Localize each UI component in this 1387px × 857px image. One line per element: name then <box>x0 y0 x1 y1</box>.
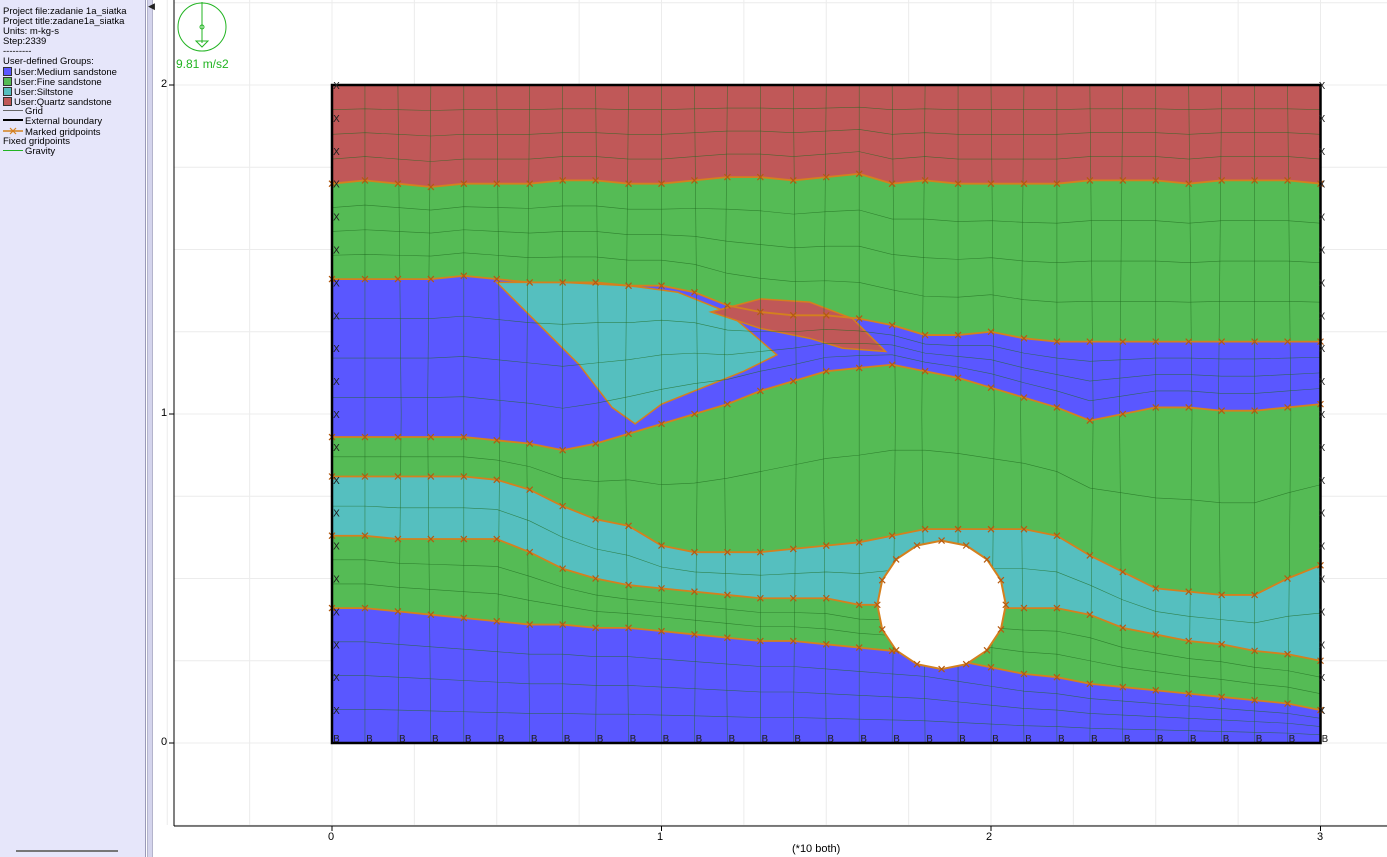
groups-heading: User-defined Groups: <box>3 56 94 67</box>
boundary-line-icon <box>3 119 23 121</box>
fixed-gridpoint-x: X <box>333 311 340 322</box>
x-tick-label: 2 <box>986 831 993 843</box>
fixed-gridpoint-b: B <box>1223 734 1230 745</box>
legend-label: External boundary <box>25 116 103 127</box>
fixed-gridpoint-x: X <box>1319 410 1326 421</box>
model-plot[interactable]: X X X X X X X X X X X X X X X X X X X X X X X X X X X X X X X X X X X X X X X X… <box>152 0 1387 857</box>
fixed-gridpoint-x: X <box>333 377 340 388</box>
fixed-gridpoint-b: B <box>1322 734 1329 745</box>
fixed-gridpoint-x: X <box>1319 213 1326 224</box>
fixed-gridpoint-b: B <box>1091 734 1098 745</box>
fixed-gridpoint-x: X <box>333 180 340 191</box>
fixed-gridpoint-x: X <box>1319 377 1326 388</box>
fixed-gridpoint-x: X <box>333 509 340 520</box>
fixed-gridpoint-x: X <box>333 410 340 421</box>
panel-scrollbar[interactable] <box>16 850 118 852</box>
fixed-gridpoint-x: X <box>1319 278 1326 289</box>
fixed-gridpoint-b: B <box>465 734 472 745</box>
x-tick-label: 0 <box>328 831 335 843</box>
fixed-gridpoint-b: B <box>827 734 834 745</box>
fixed-gridpoint-b: B <box>333 734 340 745</box>
fixed-gridpoint-x: X <box>333 673 340 684</box>
quartz-sandstone-swatch <box>3 97 12 106</box>
fixed-gridpoint-x: X <box>1319 706 1326 717</box>
fixed-gridpoint-b: B <box>893 734 900 745</box>
fixed-gridpoint-x: X <box>1319 509 1326 520</box>
fixed-gridpoint-b: B <box>531 734 538 745</box>
fixed-gridpoint-x: X <box>1319 607 1326 618</box>
fixed-gridpoint-x: X <box>1319 640 1326 651</box>
fixed-gridpoint-x: X <box>333 114 340 125</box>
fixed-gridpoint-b: B <box>926 734 933 745</box>
fixed-gridpoint-x: X <box>1319 180 1326 191</box>
plot-area[interactable]: X X X X X X X X X X X X X X X X X X X X X X X X X X X X X X X X X X X X X X X X… <box>152 0 1387 857</box>
fixed-gridpoint-x: X <box>333 575 340 586</box>
fixed-gridpoint-x: X <box>1319 114 1326 125</box>
gravity-value: 9.81 m/s2 <box>176 57 229 71</box>
fixed-gridpoint-x: X <box>333 706 340 717</box>
fixed-gridpoint-x: X <box>333 246 340 257</box>
fixed-gridpoint-b: B <box>498 734 505 745</box>
fixed-gridpoint-b: B <box>1157 734 1164 745</box>
fixed-gridpoint-x: X <box>1319 246 1326 257</box>
legend-gravity: Gravity <box>3 147 55 157</box>
fixed-gridpoint-x: X <box>333 640 340 651</box>
fixed-gridpoint-b: B <box>366 734 373 745</box>
fixed-gridpoint-x: X <box>1319 673 1326 684</box>
y-tick-label: 0 <box>161 736 168 748</box>
fixed-gridpoint-b: B <box>1124 734 1131 745</box>
fixed-gridpoint-x: X <box>1319 575 1326 586</box>
medium-sandstone-swatch <box>3 67 12 76</box>
gravity-line-icon <box>3 150 23 151</box>
fixed-gridpoint-b: B <box>1058 734 1065 745</box>
fixed-gridpoint-x: X <box>1319 443 1326 454</box>
fixed-gridpoint-b: B <box>432 734 439 745</box>
x-tick-label: 3 <box>1317 831 1324 843</box>
fixed-gridpoint-x: X <box>333 443 340 454</box>
fixed-gridpoint-b: B <box>663 734 670 745</box>
fixed-gridpoint-b: B <box>399 734 406 745</box>
fixed-gridpoint-x: X <box>333 607 340 618</box>
siltstone-swatch <box>3 87 12 96</box>
fixed-gridpoint-x: X <box>333 147 340 158</box>
fixed-gridpoint-x: X <box>333 476 340 487</box>
legend-label: Gravity <box>25 146 56 157</box>
fine-sandstone-swatch <box>3 77 12 86</box>
fixed-gridpoint-b: B <box>992 734 999 745</box>
grid-line-icon <box>3 110 23 111</box>
fixed-gridpoint-b: B <box>1289 734 1296 745</box>
marked-gridpoint-icon <box>3 127 23 135</box>
x-tick-label: 1 <box>657 831 664 843</box>
fixed-gridpoint-b: B <box>761 734 768 745</box>
fixed-gridpoint-b: B <box>564 734 571 745</box>
fixed-gridpoint-x: X <box>1319 311 1326 322</box>
fixed-gridpoint-b: B <box>597 734 604 745</box>
fixed-gridpoint-b: B <box>794 734 801 745</box>
fixed-gridpoint-x: X <box>333 278 340 289</box>
fixed-gridpoint-b: B <box>1256 734 1263 745</box>
y-tick-label: 1 <box>161 407 168 419</box>
fixed-gridpoint-x: X <box>1319 476 1326 487</box>
fixed-gridpoint-x: X <box>333 213 340 224</box>
fixed-gridpoint-b: B <box>728 734 735 745</box>
fixed-gridpoint-x: X <box>1319 542 1326 553</box>
fixed-gridpoint-b: B <box>695 734 702 745</box>
fixed-gridpoint-b: B <box>860 734 867 745</box>
legend-external-boundary: External boundary <box>3 117 102 127</box>
fixed-gridpoint-x: X <box>1319 344 1326 355</box>
fixed-gridpoint-x: X <box>333 344 340 355</box>
fixed-gridpoint-x: X <box>1319 147 1326 158</box>
axis-scale-note: (*10 both) <box>792 843 841 855</box>
fixed-gridpoint-x: X <box>1319 81 1326 92</box>
fixed-gridpoint-b: B <box>630 734 637 745</box>
y-tick-label: 2 <box>161 78 168 90</box>
fixed-gridpoint-x: X <box>333 81 340 92</box>
fixed-gridpoint-b: B <box>1190 734 1197 745</box>
fixed-gridpoint-b: B <box>959 734 966 745</box>
fixed-gridpoint-x: X <box>333 542 340 553</box>
legend-panel: Project file:zadanie 1a_siatka Project t… <box>0 0 146 857</box>
fixed-gridpoint-b: B <box>1025 734 1032 745</box>
